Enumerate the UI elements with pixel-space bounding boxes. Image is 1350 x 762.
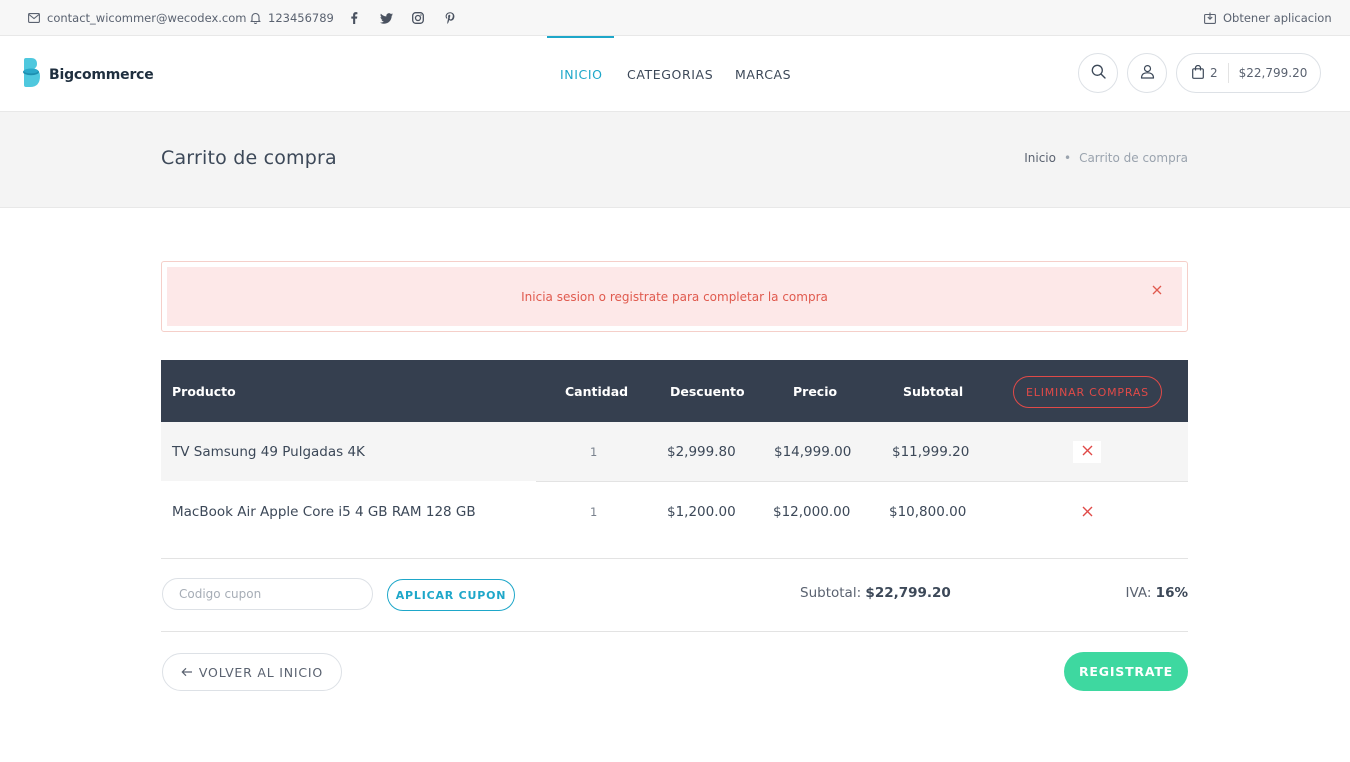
- close-icon: [1082, 444, 1093, 460]
- bell-icon: [250, 12, 261, 24]
- nav-item-categorias[interactable]: CATEGORIAS: [627, 36, 713, 112]
- divider: [161, 558, 1188, 559]
- breadcrumb: Inicio • Carrito de compra: [1024, 151, 1188, 165]
- subtotal-label: Subtotal:: [800, 585, 862, 601]
- page-banner: Carrito de compra Inicio • Carrito de co…: [0, 112, 1350, 208]
- top-bar: contact_wicommer@wecodex.com 123456789 O…: [0, 0, 1350, 36]
- product-quantity[interactable]: 1: [590, 482, 597, 541]
- subtotal-value: $22,799.20: [865, 585, 951, 601]
- nav-item-marcas[interactable]: MARCAS: [735, 36, 791, 112]
- register-button[interactable]: REGISTRATE: [1064, 652, 1188, 691]
- product-price: $12,000.00: [773, 503, 851, 520]
- clear-cart-button[interactable]: ELIMINAR COMPRAS: [1013, 376, 1162, 408]
- logo-text: Bigcommerce: [49, 66, 154, 83]
- contact-email[interactable]: contact_wicommer@wecodex.com: [28, 0, 247, 36]
- table-row: TV Samsung 49 Pulgadas 4K 1 $2,999.80 $1…: [161, 422, 1188, 481]
- product-discount: $1,200.00: [667, 503, 736, 520]
- cart-button[interactable]: 2 $22,799.20: [1176, 53, 1321, 93]
- iva-value: 16%: [1155, 585, 1188, 601]
- iva-label: IVA:: [1125, 585, 1152, 601]
- remove-item-button[interactable]: [1073, 441, 1101, 463]
- column-header-discount: Descuento: [670, 383, 745, 399]
- arrow-left-icon: [181, 665, 193, 680]
- instagram-icon[interactable]: [412, 0, 424, 36]
- remove-item-button[interactable]: [1073, 502, 1101, 524]
- product-name[interactable]: TV Samsung 49 Pulgadas 4K: [172, 422, 365, 481]
- back-to-home-button[interactable]: VOLVER AL INICIO: [162, 653, 342, 691]
- get-app-text: Obtener aplicacion: [1223, 11, 1332, 25]
- close-icon: [1082, 505, 1093, 521]
- cart-subtotal: Subtotal: $22,799.20: [800, 585, 951, 601]
- product-quantity[interactable]: 1: [590, 422, 597, 481]
- logo[interactable]: Bigcommerce: [22, 58, 154, 91]
- apply-coupon-button[interactable]: APLICAR CUPON: [387, 579, 515, 611]
- twitter-icon[interactable]: [380, 0, 393, 36]
- download-icon: [1204, 12, 1216, 24]
- breadcrumb-home[interactable]: Inicio: [1024, 151, 1056, 165]
- column-header-quantity: Cantidad: [565, 383, 629, 399]
- mail-icon: [28, 13, 40, 23]
- close-icon[interactable]: [1152, 284, 1162, 298]
- divider: [161, 631, 1188, 632]
- cart-divider: [1227, 63, 1229, 83]
- cart-tax: IVA: 16%: [1125, 585, 1188, 601]
- breadcrumb-separator: •: [1063, 151, 1072, 165]
- back-button-label: VOLVER AL INICIO: [198, 664, 324, 680]
- shopping-bag-icon: [1192, 64, 1204, 82]
- page-title: Carrito de compra: [161, 147, 337, 169]
- cart-table-header: Producto Cantidad Descuento Precio Subto…: [161, 360, 1188, 422]
- nav-item-inicio[interactable]: INICIO: [560, 36, 603, 112]
- product-price: $14,999.00: [774, 443, 852, 460]
- coupon-code-input[interactable]: [162, 578, 373, 610]
- contact-phone-text: 123456789: [268, 11, 334, 25]
- logo-icon: [22, 58, 43, 91]
- contact-phone[interactable]: 123456789: [250, 0, 334, 36]
- account-button[interactable]: [1127, 53, 1167, 93]
- contact-email-text: contact_wicommer@wecodex.com: [47, 11, 247, 25]
- cart-total: $22,799.20: [1238, 66, 1308, 80]
- login-alert: Inicia sesion o registrate para completa…: [161, 261, 1188, 332]
- product-subtotal: $10,800.00: [889, 503, 967, 520]
- user-icon: [1140, 64, 1155, 83]
- table-row: MacBook Air Apple Core i5 4 GB RAM 128 G…: [161, 482, 1188, 541]
- get-app-link[interactable]: Obtener aplicacion: [1204, 0, 1332, 36]
- facebook-icon[interactable]: [350, 0, 358, 36]
- search-icon: [1091, 64, 1106, 83]
- product-subtotal: $11,999.20: [892, 443, 970, 460]
- pinterest-icon[interactable]: [445, 0, 455, 36]
- main-header: Bigcommerce INICIO CATEGORIAS MARCAS 2 $…: [0, 36, 1350, 112]
- alert-message: Inicia sesion o registrate para completa…: [521, 289, 828, 304]
- cart-count: 2: [1210, 66, 1218, 80]
- product-discount: $2,999.80: [667, 443, 736, 460]
- search-button[interactable]: [1078, 53, 1118, 93]
- breadcrumb-current: Carrito de compra: [1079, 151, 1188, 165]
- column-header-price: Precio: [793, 383, 838, 399]
- product-name[interactable]: MacBook Air Apple Core i5 4 GB RAM 128 G…: [172, 482, 476, 541]
- alert-box: Inicia sesion o registrate para completa…: [167, 267, 1182, 326]
- column-header-product: Producto: [172, 383, 236, 399]
- column-header-subtotal: Subtotal: [903, 383, 964, 399]
